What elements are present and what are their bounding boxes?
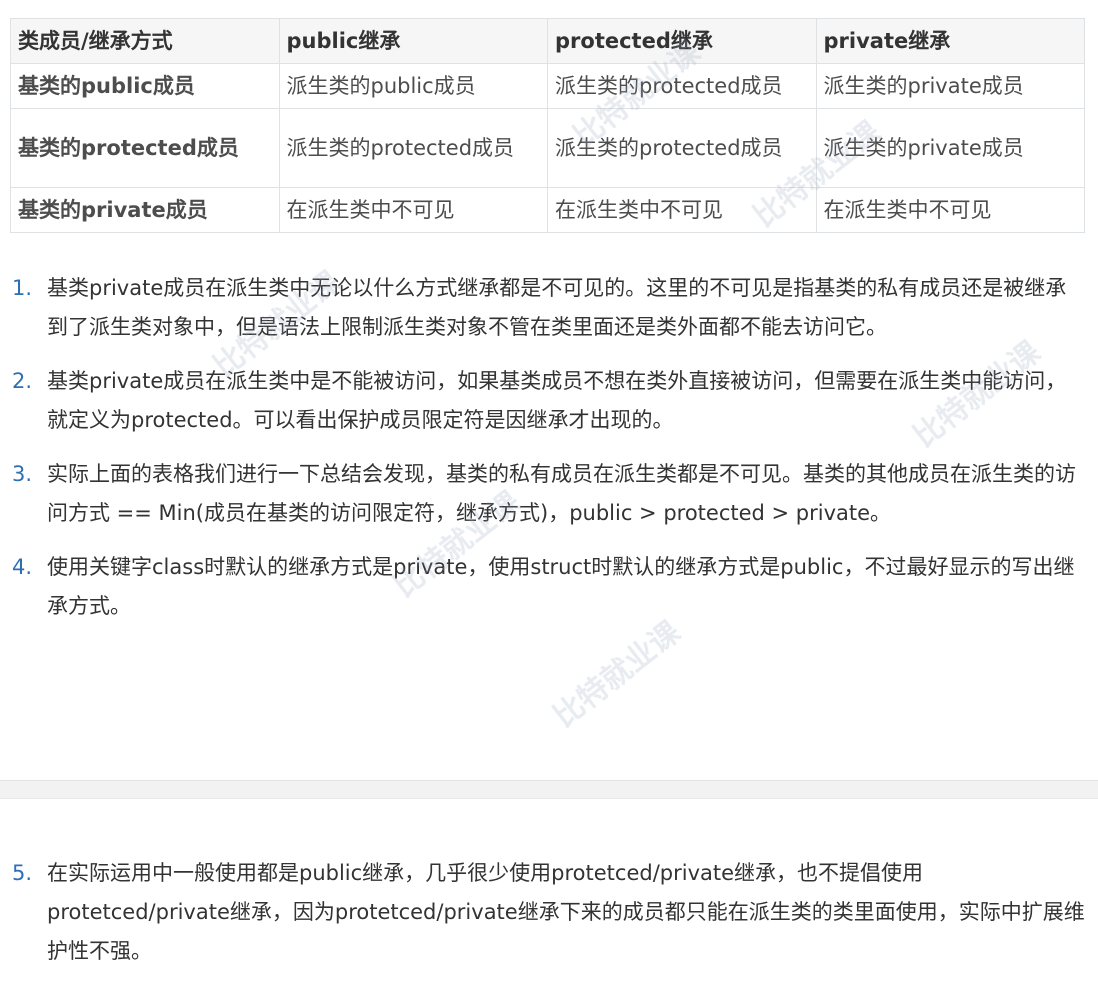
list-number: 5. [12,861,33,885]
table-header-cell: public继承 [278,18,548,64]
table-cell: 在派生类中不可见 [815,187,1085,233]
table-cell: 派生类的protected成员 [278,108,548,188]
table-cell: 在派生类中不可见 [547,187,817,233]
table-cell: 派生类的protected成员 [547,108,817,188]
table-row: 基类的private成员 在派生类中不可见 在派生类中不可见 在派生类中不可见 [10,187,1085,233]
notes-list: 1. 基类private成员在派生类中无论以什么方式继承都是不可见的。这里的不可… [0,269,1098,641]
table-row: 基类的public成员 派生类的public成员 派生类的protected成员… [10,63,1085,109]
list-item-text: 基类private成员在派生类中是不能被访问，如果基类成员不想在类外直接被访问，… [47,369,1067,432]
notes-list-continued: 5. 在实际运用中一般使用都是public继承，几乎很少使用protetced/… [0,854,1098,986]
list-item: 5. 在实际运用中一般使用都是public继承，几乎很少使用protetced/… [0,854,1098,971]
list-number: 2. [12,369,33,393]
list-number: 4. [12,555,33,579]
table-row-header: 基类的public成员 [10,63,280,109]
table-cell: 在派生类中不可见 [278,187,548,233]
table-cell: 派生类的public成员 [278,63,548,109]
table-header-cell: private继承 [815,18,1085,64]
list-item: 3. 实际上面的表格我们进行一下总结会发现，基类的私有成员在派生类都是不可见。基… [0,455,1098,533]
table-header-cell: 类成员/继承方式 [10,18,280,64]
table-cell: 派生类的private成员 [815,63,1085,109]
list-item-text: 使用关键字class时默认的继承方式是private，使用struct时默认的继… [47,555,1075,618]
table-row: 基类的protected成员 派生类的protected成员 派生类的prote… [10,108,1085,188]
list-item: 2. 基类private成员在派生类中是不能被访问，如果基类成员不想在类外直接被… [0,362,1098,440]
list-number: 1. [12,276,33,300]
inheritance-access-table: 类成员/继承方式 public继承 protected继承 private继承 … [10,18,1085,233]
table-header-row: 类成员/继承方式 public继承 protected继承 private继承 [10,18,1085,64]
list-item: 1. 基类private成员在派生类中无论以什么方式继承都是不可见的。这里的不可… [0,269,1098,347]
table-row-header: 基类的private成员 [10,187,280,233]
list-item-text: 基类private成员在派生类中无论以什么方式继承都是不可见的。这里的不可见是指… [47,276,1067,339]
table-cell: 派生类的protected成员 [547,63,817,109]
list-item: 4. 使用关键字class时默认的继承方式是private，使用struct时默… [0,548,1098,626]
section-divider [0,780,1098,799]
list-item-text: 在实际运用中一般使用都是public继承，几乎很少使用protetced/pri… [47,861,1085,963]
list-number: 3. [12,462,33,486]
table-cell: 派生类的private成员 [815,108,1085,188]
list-item-text: 实际上面的表格我们进行一下总结会发现，基类的私有成员在派生类都是不可见。基类的其… [47,462,1076,525]
table-header-cell: protected继承 [547,18,817,64]
table-row-header: 基类的protected成员 [10,108,280,188]
